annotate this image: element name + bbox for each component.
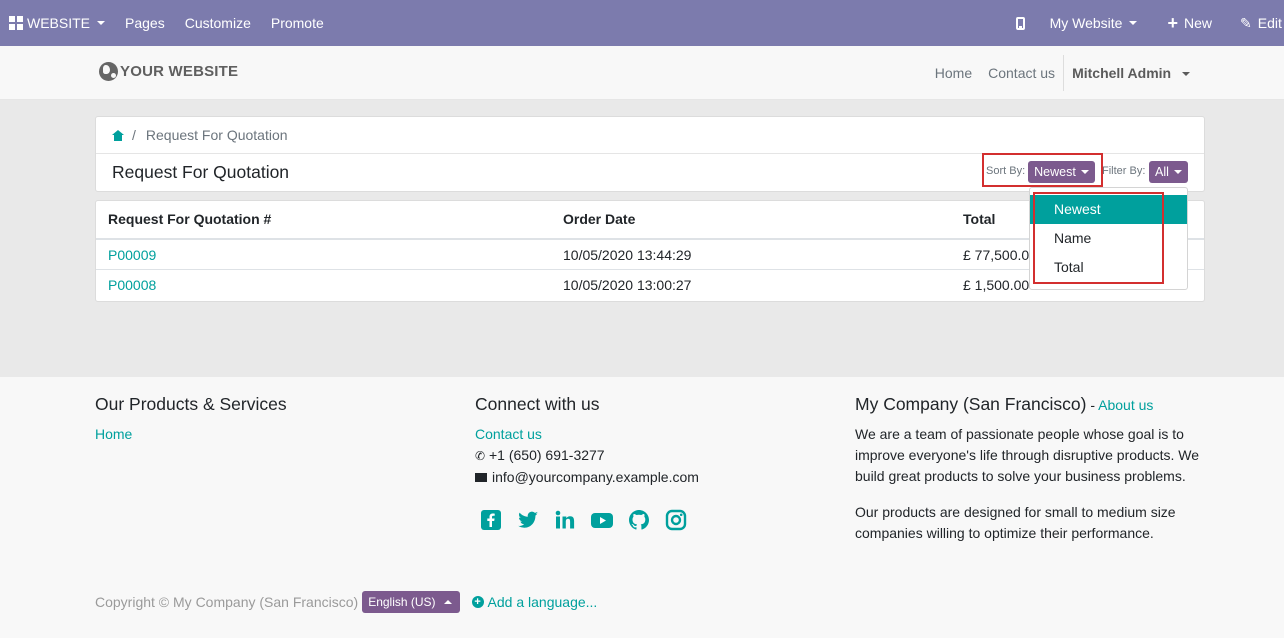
- sort-by-label: Sort By:: [986, 165, 1026, 177]
- copyright-bar: Copyright © My Company (San Francisco) E…: [95, 591, 597, 613]
- site-footer: Our Products & Services Home Connect wit…: [0, 377, 1284, 638]
- add-language-label: Add a language...: [487, 594, 598, 610]
- website-switcher-label: My Website: [1049, 15, 1123, 31]
- footer-company-title: My Company (San Francisco): [855, 394, 1087, 414]
- title-row: Request For Quotation Sort By: Newest Fi…: [96, 154, 1204, 191]
- chevron-down-icon: [1173, 170, 1182, 174]
- github-icon[interactable]: [628, 509, 650, 531]
- footer-products: Our Products & Services Home: [95, 394, 287, 445]
- chevron-down-icon: [97, 21, 106, 25]
- chevron-down-icon: [1080, 170, 1089, 174]
- column-header-date: Order Date: [563, 211, 636, 227]
- site-logo[interactable]: YOUR WEBSITE: [99, 62, 238, 81]
- footer-phone: ✆ +1 (650) 691-3277: [475, 445, 702, 467]
- language-selector[interactable]: English (US): [362, 591, 460, 613]
- breadcrumb: / Request For Quotation: [96, 117, 1204, 154]
- user-menu[interactable]: Mitchell Admin: [1064, 65, 1198, 81]
- site-logo-text: YOUR WEBSITE: [120, 63, 239, 80]
- menu-customize[interactable]: Customize: [175, 0, 261, 46]
- instagram-icon[interactable]: [665, 509, 687, 531]
- apps-menu-button[interactable]: WEBSITE: [0, 0, 115, 46]
- site-nav: Home Contact us Mitchell Admin: [927, 46, 1198, 100]
- linkedin-icon[interactable]: [554, 509, 576, 531]
- chevron-down-icon: [1129, 21, 1138, 25]
- footer-about-text-2: Our products are designed for small to m…: [855, 504, 1176, 541]
- column-header-number: Request For Quotation #: [108, 211, 272, 227]
- sort-dropdown-menu: Newest Name Total: [1029, 187, 1188, 290]
- menu-pages[interactable]: Pages: [115, 0, 175, 46]
- sort-option-total[interactable]: Total: [1030, 253, 1187, 282]
- filter-by-label: Filter By:: [1102, 165, 1146, 177]
- copyright-text: Copyright © My Company (San Francisco): [95, 594, 359, 610]
- website-switcher[interactable]: My Website: [1043, 0, 1158, 46]
- breadcrumb-separator: /: [132, 127, 136, 143]
- mobile-preview-button[interactable]: [1006, 0, 1043, 46]
- site-header: YOUR WEBSITE Home Contact us Mitchell Ad…: [0, 46, 1284, 100]
- home-icon[interactable]: [112, 129, 124, 141]
- edit-button[interactable]: ✎ Edit: [1232, 0, 1284, 46]
- admin-navbar: WEBSITE Pages Customize Promote My Websi…: [0, 0, 1284, 46]
- footer-email: info@yourcompany.example.com: [475, 467, 702, 488]
- apps-menu-label: WEBSITE: [27, 15, 91, 31]
- column-header-total: Total: [963, 211, 996, 227]
- rfq-number-link[interactable]: P00009: [108, 240, 156, 270]
- footer-home-link[interactable]: Home: [95, 426, 132, 442]
- footer-company: My Company (San Francisco) - About us We…: [855, 394, 1205, 544]
- user-name: Mitchell Admin: [1072, 65, 1172, 81]
- new-content-button[interactable]: + New: [1157, 0, 1232, 46]
- footer-about-text-1: We are a team of passionate people whose…: [855, 426, 1200, 484]
- filter-by-button[interactable]: All: [1149, 161, 1188, 183]
- footer-products-title: Our Products & Services: [95, 394, 287, 414]
- menu-promote[interactable]: Promote: [261, 0, 334, 46]
- envelope-icon: [475, 473, 487, 482]
- order-total: £ 1,500.00: [963, 277, 1030, 293]
- footer-contact-link[interactable]: Contact us: [475, 426, 542, 442]
- footer-company-dash: -: [1086, 397, 1099, 413]
- edit-label: Edit: [1257, 15, 1282, 31]
- sort-by-button[interactable]: Newest: [1028, 161, 1095, 183]
- footer-phone-text: +1 (650) 691-3277: [489, 447, 605, 463]
- plus-circle-icon: +: [471, 596, 484, 608]
- twitter-icon[interactable]: [517, 509, 539, 531]
- order-date: 10/05/2020 13:44:29: [563, 247, 692, 263]
- phone-icon: ✆: [475, 449, 486, 463]
- rfq-number-link[interactable]: P00008: [108, 270, 156, 300]
- social-links: [480, 509, 702, 531]
- youtube-icon[interactable]: [591, 509, 613, 531]
- order-date: 10/05/2020 13:00:27: [563, 277, 692, 293]
- footer-connect-title: Connect with us: [475, 394, 600, 414]
- header-card: / Request For Quotation Request For Quot…: [95, 116, 1205, 192]
- add-language-link[interactable]: + Add a language...: [471, 594, 598, 610]
- apps-grid-icon: [9, 16, 23, 30]
- footer-email-text: info@yourcompany.example.com: [492, 469, 699, 485]
- sort-option-newest[interactable]: Newest: [1030, 195, 1187, 224]
- facebook-icon[interactable]: [480, 509, 502, 531]
- footer-connect: Connect with us Contact us ✆ +1 (650) 691…: [475, 394, 702, 531]
- chevron-down-icon: [1182, 72, 1190, 77]
- nav-home[interactable]: Home: [927, 65, 980, 81]
- footer-about-link[interactable]: About us: [1098, 397, 1153, 413]
- mobile-phone-icon: [1015, 16, 1025, 30]
- sort-option-name[interactable]: Name: [1030, 224, 1187, 253]
- filter-by-value: All: [1155, 165, 1169, 179]
- globe-icon: [99, 62, 118, 81]
- chevron-up-icon: [443, 600, 452, 604]
- pencil-icon: ✎: [1240, 14, 1252, 31]
- page-title: Request For Quotation: [112, 162, 290, 182]
- nav-contact-us[interactable]: Contact us: [980, 65, 1063, 81]
- plus-icon: +: [1167, 13, 1178, 33]
- order-total: £ 77,500.00: [963, 247, 1037, 263]
- new-content-label: New: [1183, 15, 1212, 31]
- breadcrumb-current: Request For Quotation: [145, 127, 288, 143]
- sort-by-value: Newest: [1034, 165, 1076, 179]
- footer-company-heading: My Company (San Francisco) - About us: [855, 394, 1205, 415]
- language-selector-label: English (US): [368, 595, 436, 609]
